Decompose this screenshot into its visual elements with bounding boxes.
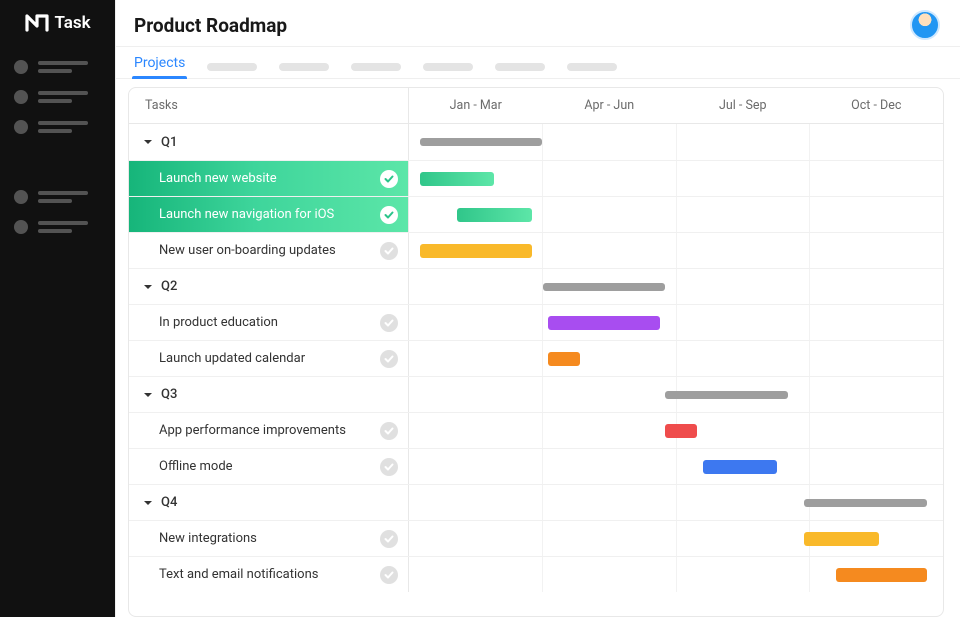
check-icon[interactable] bbox=[380, 530, 398, 548]
task-label: Offline mode bbox=[159, 459, 233, 474]
sidebar: Task bbox=[0, 0, 115, 617]
task-bar[interactable] bbox=[703, 460, 778, 474]
task-bar[interactable] bbox=[420, 172, 495, 186]
timeline-cell bbox=[409, 557, 943, 592]
task-row[interactable]: App performance improvements bbox=[129, 413, 409, 448]
tab-placeholder[interactable] bbox=[351, 63, 401, 71]
nav-dot-icon bbox=[14, 120, 28, 134]
app-logo[interactable]: Task bbox=[24, 10, 90, 36]
tab-placeholder[interactable] bbox=[495, 63, 545, 71]
sidebar-nav bbox=[0, 60, 115, 234]
chevron-down-icon bbox=[143, 137, 153, 147]
task-label: Text and email notifications bbox=[159, 567, 318, 582]
check-icon[interactable] bbox=[380, 242, 398, 260]
check-icon[interactable] bbox=[380, 350, 398, 368]
tab-bar: Projects bbox=[116, 47, 960, 79]
timeline-cell bbox=[409, 269, 943, 304]
timeline-cell bbox=[409, 341, 943, 376]
page-title: Product Roadmap bbox=[134, 14, 287, 37]
group-row[interactable]: Q2 bbox=[129, 269, 409, 304]
group-summary-bar[interactable] bbox=[804, 499, 927, 507]
task-row[interactable]: Offline mode bbox=[129, 449, 409, 484]
tab-placeholder[interactable] bbox=[207, 63, 257, 71]
task-row[interactable]: Text and email notifications bbox=[129, 557, 409, 592]
chevron-down-icon bbox=[143, 390, 153, 400]
task-bar[interactable] bbox=[804, 532, 879, 546]
task-row[interactable]: Launch updated calendar bbox=[129, 341, 409, 376]
task-bar[interactable] bbox=[548, 316, 660, 330]
sidebar-item[interactable] bbox=[14, 220, 115, 234]
timeline-cell bbox=[409, 124, 943, 160]
task-bar[interactable] bbox=[548, 352, 580, 366]
task-label: New user on-boarding updates bbox=[159, 243, 336, 258]
timeline-cell bbox=[409, 233, 943, 268]
group-label: Q4 bbox=[161, 495, 177, 510]
tab-placeholder[interactable] bbox=[279, 63, 329, 71]
group-summary-bar[interactable] bbox=[420, 138, 543, 146]
task-label: Launch updated calendar bbox=[159, 351, 305, 366]
header: Product Roadmap bbox=[116, 0, 960, 47]
avatar[interactable] bbox=[910, 10, 940, 40]
tab-projects[interactable]: Projects bbox=[134, 55, 185, 78]
task-bar[interactable] bbox=[420, 244, 532, 258]
sidebar-item[interactable] bbox=[14, 190, 115, 204]
sidebar-item[interactable] bbox=[14, 120, 115, 134]
check-icon[interactable] bbox=[380, 206, 398, 224]
task-row[interactable]: New integrations bbox=[129, 521, 409, 556]
logo-icon bbox=[24, 10, 50, 36]
timeline-cell bbox=[409, 413, 943, 448]
group-row[interactable]: Q4 bbox=[129, 485, 409, 520]
month-header: Oct - Dec bbox=[810, 88, 944, 123]
tab-placeholder[interactable] bbox=[567, 63, 617, 71]
group-label: Q1 bbox=[161, 135, 177, 150]
task-bar[interactable] bbox=[457, 208, 532, 222]
check-icon[interactable] bbox=[380, 314, 398, 332]
task-label: Launch new navigation for iOS bbox=[159, 207, 334, 222]
task-label: New integrations bbox=[159, 531, 257, 546]
sidebar-item[interactable] bbox=[14, 60, 115, 74]
group-summary-bar[interactable] bbox=[543, 283, 666, 291]
check-icon[interactable] bbox=[380, 566, 398, 584]
nav-dot-icon bbox=[14, 90, 28, 104]
group-summary-bar[interactable] bbox=[665, 391, 788, 399]
nav-dot-icon bbox=[14, 220, 28, 234]
chevron-down-icon bbox=[143, 282, 153, 292]
tab-placeholder[interactable] bbox=[423, 63, 473, 71]
sidebar-item[interactable] bbox=[14, 90, 115, 104]
task-row[interactable]: Launch new navigation for iOS bbox=[129, 197, 409, 232]
chevron-down-icon bbox=[143, 498, 153, 508]
app-name: Task bbox=[54, 13, 90, 33]
month-header: Jul - Sep bbox=[676, 88, 810, 123]
group-label: Q2 bbox=[161, 279, 177, 294]
task-label: App performance improvements bbox=[159, 423, 346, 438]
timeline-cell bbox=[409, 485, 943, 520]
task-row[interactable]: In product education bbox=[129, 305, 409, 340]
timeline-cell bbox=[409, 449, 943, 484]
grid-header: Tasks Jan - Mar Apr - Jun Jul - Sep Oct … bbox=[129, 88, 943, 124]
task-row[interactable]: New user on-boarding updates bbox=[129, 233, 409, 268]
timeline-cell bbox=[409, 161, 943, 196]
task-label: In product education bbox=[159, 315, 278, 330]
timeline-cell bbox=[409, 521, 943, 556]
timeline-cell bbox=[409, 197, 943, 232]
task-label: Launch new website bbox=[159, 171, 277, 186]
task-row[interactable]: Launch new website bbox=[129, 161, 409, 196]
check-icon[interactable] bbox=[380, 422, 398, 440]
task-bar[interactable] bbox=[665, 424, 697, 438]
group-row[interactable]: Q3 bbox=[129, 377, 409, 412]
month-header: Jan - Mar bbox=[409, 88, 543, 123]
timeline-cell bbox=[409, 377, 943, 412]
group-label: Q3 bbox=[161, 387, 177, 402]
check-icon[interactable] bbox=[380, 458, 398, 476]
month-header: Apr - Jun bbox=[543, 88, 677, 123]
timeline-cell bbox=[409, 305, 943, 340]
nav-dot-icon bbox=[14, 190, 28, 204]
task-bar[interactable] bbox=[836, 568, 927, 582]
nav-dot-icon bbox=[14, 60, 28, 74]
tasks-column-header: Tasks bbox=[129, 88, 409, 123]
check-icon[interactable] bbox=[380, 170, 398, 188]
group-row[interactable]: Q1 bbox=[129, 124, 409, 160]
